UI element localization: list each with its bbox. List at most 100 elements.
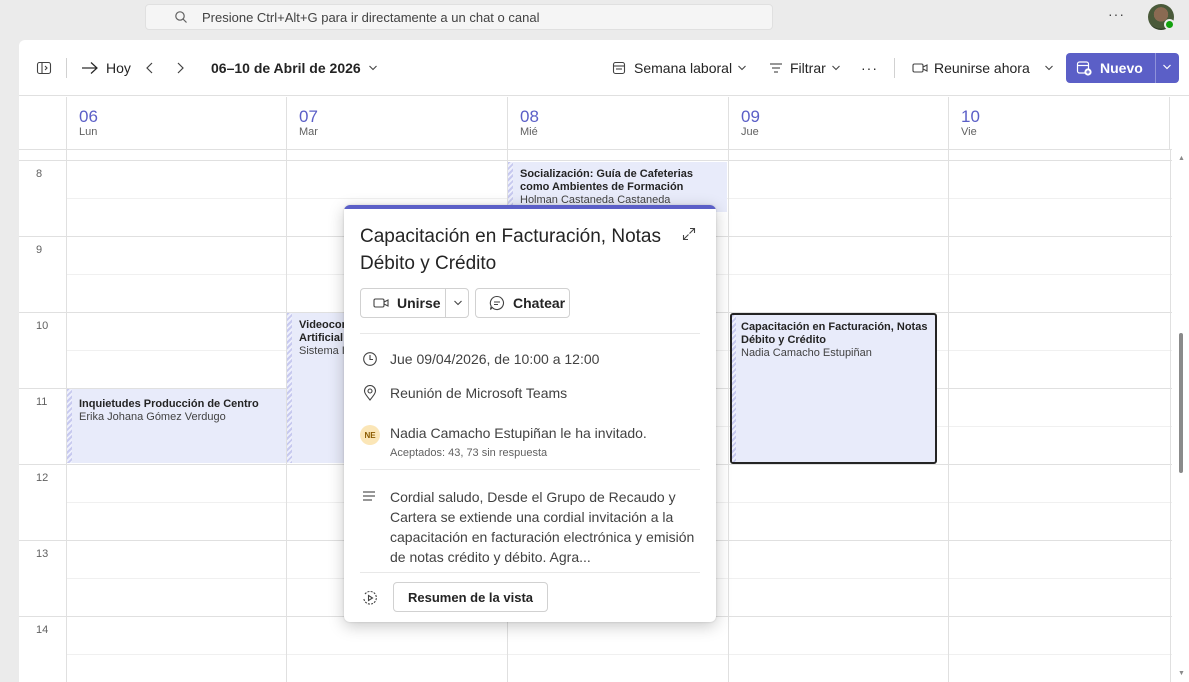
card-accent-bar [344, 205, 716, 209]
day-header-wed[interactable]: 08 Mié [507, 97, 728, 149]
date-range-label: 06–10 de Abril de 2026 [211, 60, 361, 76]
day-name: Lun [79, 126, 98, 138]
divider [360, 572, 700, 573]
day-number: 07 [299, 107, 318, 126]
organizer-avatar: NE [360, 425, 380, 445]
calendar-add-icon [1076, 61, 1092, 76]
day-name: Jue [741, 126, 759, 138]
day-header-fri[interactable]: 10 Vie [948, 97, 1170, 149]
hour-line [19, 160, 1172, 161]
meeting-datetime-row: Jue 09/04/2026, de 10:00 a 12:00 [360, 351, 599, 367]
calendar-view-icon [612, 61, 626, 75]
location-pin-icon [363, 385, 377, 401]
day-header-thu[interactable]: 09 Jue [728, 97, 948, 149]
event-organizer: Erika Johana Gómez Verdugo [79, 411, 226, 423]
chevron-left-icon [146, 62, 153, 74]
hour-label: 11 [36, 396, 48, 408]
event-title: Socialización: Guía de Cafeterias como A… [520, 168, 694, 193]
view-summary-button[interactable]: Resumen de la vista [393, 582, 548, 612]
hour-label: 10 [36, 320, 49, 332]
search-box[interactable]: Presione Ctrl+Alt+G para ir directamente… [145, 4, 773, 30]
more-options-icon[interactable]: ··· [1108, 6, 1125, 22]
top-bar: Presione Ctrl+Alt+G para ir directamente… [0, 0, 1189, 34]
search-icon [175, 11, 187, 23]
teams-app: Presione Ctrl+Alt+G para ir directamente… [0, 0, 1189, 682]
sidebar-toggle-icon[interactable] [36, 40, 52, 96]
filter-icon [770, 63, 782, 73]
meet-now-dropdown[interactable] [1044, 40, 1054, 96]
video-camera-icon [912, 63, 928, 73]
arrow-right-icon [82, 62, 98, 74]
hour-label: 8 [36, 168, 43, 180]
chat-button[interactable]: Chatear [475, 288, 570, 318]
organizer-row: NE Nadia Camacho Estupiñan le ha invitad… [360, 425, 647, 459]
meeting-location: Reunión de Microsoft Teams [390, 385, 568, 401]
event-title: Capacitación en Facturación, Notas Débit… [741, 321, 928, 346]
vertical-scrollbar[interactable]: ▲ ▼ [1176, 149, 1188, 682]
chevron-down-icon [368, 65, 377, 71]
hour-label: 9 [36, 244, 43, 256]
join-split-divider [445, 289, 446, 317]
chevron-down-icon [1045, 65, 1053, 71]
day-column-line [948, 150, 949, 682]
attendee-responses[interactable]: Aceptados: 43, 73 sin respuesta [390, 447, 647, 459]
next-week-button[interactable] [175, 40, 185, 96]
chevron-down-icon [831, 65, 840, 71]
day-name: Mié [520, 126, 538, 138]
day-column-line [728, 150, 729, 682]
date-range-picker[interactable]: 06–10 de Abril de 2026 [211, 40, 378, 96]
previous-week-button[interactable] [145, 40, 155, 96]
more-options-button[interactable]: ··· [861, 40, 878, 96]
view-selector[interactable]: Semana laboral [612, 40, 747, 96]
filter-button[interactable]: Filtrar [769, 40, 841, 96]
chevron-down-icon[interactable] [1162, 62, 1172, 72]
event-organizer: Nadia Camacho Estupiñan [741, 347, 872, 359]
divider [360, 333, 700, 334]
new-label: Nuevo [1100, 60, 1143, 76]
hour-label: 14 [36, 624, 49, 636]
chat-icon [489, 295, 505, 311]
new-meeting-button[interactable]: Nuevo [1066, 53, 1179, 83]
toolbar-divider [894, 58, 895, 78]
today-label: Hoy [106, 60, 131, 76]
split-divider [1155, 53, 1156, 83]
recap-icon [363, 590, 377, 605]
presence-indicator [1164, 19, 1175, 30]
hour-label: 12 [36, 472, 49, 484]
day-header-mon[interactable]: 06 Lun [66, 97, 286, 149]
scroll-up-icon[interactable]: ▲ [1178, 155, 1185, 162]
meet-now-button[interactable]: Reunirse ahora [912, 40, 1030, 96]
hour-label: 13 [36, 548, 49, 560]
day-header-tue[interactable]: 07 Mar [286, 97, 507, 149]
calendar-toolbar: Hoy 06–10 de Abril de 2026 Semana labora… [19, 40, 1189, 96]
join-button[interactable]: Unirse [360, 288, 469, 318]
day-number: 09 [741, 107, 760, 126]
search-placeholder: Presione Ctrl+Alt+G para ir directamente… [202, 9, 540, 25]
selected-calendar-event[interactable]: Capacitación en Facturación, Notas Débit… [730, 313, 937, 464]
invited-by: Nadia Camacho Estupiñan le ha invitado. [390, 425, 647, 441]
divider [360, 469, 700, 470]
calendar-event[interactable]: Inquietudes Producción de Centro Erika J… [67, 389, 286, 463]
description-icon [363, 491, 375, 501]
half-hour-line [66, 654, 1172, 655]
view-label: Semana laboral [634, 60, 733, 76]
today-button[interactable]: Hoy [81, 40, 131, 96]
join-label: Unirse [397, 295, 441, 311]
chevron-down-icon[interactable] [453, 299, 463, 307]
scroll-down-icon[interactable]: ▼ [1178, 670, 1185, 677]
meeting-datetime: Jue 09/04/2026, de 10:00 a 12:00 [390, 351, 600, 367]
clock-icon [363, 352, 377, 366]
day-name: Vie [961, 126, 977, 138]
chevron-right-icon [177, 62, 184, 74]
day-number: 10 [961, 107, 980, 126]
meeting-description: Cordial saludo, Desde el Grupo de Recaud… [390, 489, 695, 565]
chevron-down-icon [738, 65, 746, 71]
toolbar-divider [66, 58, 67, 78]
expand-icon[interactable] [682, 227, 696, 241]
video-camera-icon [373, 298, 389, 308]
filter-label: Filtrar [790, 60, 826, 76]
day-number: 06 [79, 107, 98, 126]
scrollbar-thumb[interactable] [1179, 333, 1183, 473]
meet-now-label: Reunirse ahora [934, 60, 1030, 76]
meeting-details-card: Capacitación en Facturación, Notas Débit… [344, 205, 716, 622]
